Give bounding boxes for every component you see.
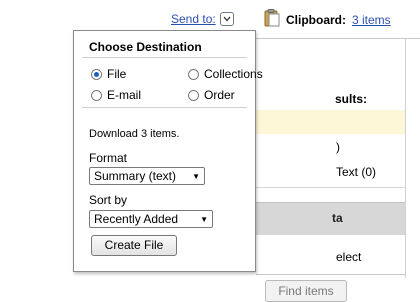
divider bbox=[82, 57, 247, 58]
divider bbox=[256, 274, 406, 275]
column-header-label: ta bbox=[332, 211, 343, 225]
find-items-button[interactable]: Find items bbox=[265, 280, 347, 302]
radio-order[interactable] bbox=[188, 89, 199, 101]
clipboard-label: Clipboard: bbox=[286, 12, 346, 27]
destination-file-option[interactable]: File bbox=[91, 67, 126, 81]
send-to-link[interactable]: Send to: bbox=[171, 12, 216, 26]
destination-label: Collections bbox=[204, 67, 263, 81]
format-label: Format bbox=[89, 151, 128, 165]
right-panel: sults: ) Text (0) ta elect bbox=[256, 30, 420, 300]
format-select[interactable]: Summary (text) ▼ bbox=[89, 167, 205, 185]
sort-select[interactable]: Recently Added ▼ bbox=[89, 210, 213, 228]
format-value: Summary (text) bbox=[94, 169, 177, 183]
divider bbox=[256, 187, 406, 188]
send-to-control[interactable]: Send to: bbox=[171, 12, 234, 26]
text-count-link[interactable]: Text (0) bbox=[336, 165, 376, 179]
create-file-button[interactable]: Create File bbox=[91, 235, 177, 256]
sort-label: Sort by bbox=[89, 193, 128, 207]
select-label[interactable]: elect bbox=[336, 250, 361, 264]
destination-order-option[interactable]: Order bbox=[188, 88, 235, 102]
chevron-down-icon: ▼ bbox=[192, 171, 200, 181]
destination-label: File bbox=[107, 67, 127, 81]
clipboard-icon bbox=[264, 9, 280, 30]
highlighted-row bbox=[256, 110, 406, 134]
sort-value: Recently Added bbox=[94, 212, 179, 226]
chevron-down-icon[interactable] bbox=[219, 12, 234, 26]
radio-collections[interactable] bbox=[188, 68, 199, 80]
popup-title: Choose Destination bbox=[89, 40, 202, 54]
results-label: sults: bbox=[335, 92, 368, 106]
radio-email[interactable] bbox=[91, 89, 102, 101]
destination-label: E-mail bbox=[107, 88, 142, 102]
clipboard-status: Clipboard: 3 items bbox=[264, 9, 391, 30]
vertical-divider bbox=[405, 38, 406, 278]
destination-email-option[interactable]: E-mail bbox=[91, 88, 141, 102]
radio-file[interactable] bbox=[91, 68, 102, 80]
divider bbox=[82, 107, 247, 108]
clipboard-items-link[interactable]: 3 items bbox=[352, 13, 391, 27]
result-count: ) bbox=[336, 140, 340, 154]
destination-collections-option[interactable]: Collections bbox=[188, 67, 263, 81]
chevron-down-icon: ▼ bbox=[200, 214, 208, 224]
divider bbox=[256, 38, 420, 39]
destination-label: Order bbox=[204, 88, 235, 102]
download-text: Download 3 items. bbox=[89, 128, 180, 140]
choose-destination-popup: Choose Destination File Collections E-ma… bbox=[73, 30, 263, 272]
column-header-bar: ta bbox=[256, 202, 406, 235]
